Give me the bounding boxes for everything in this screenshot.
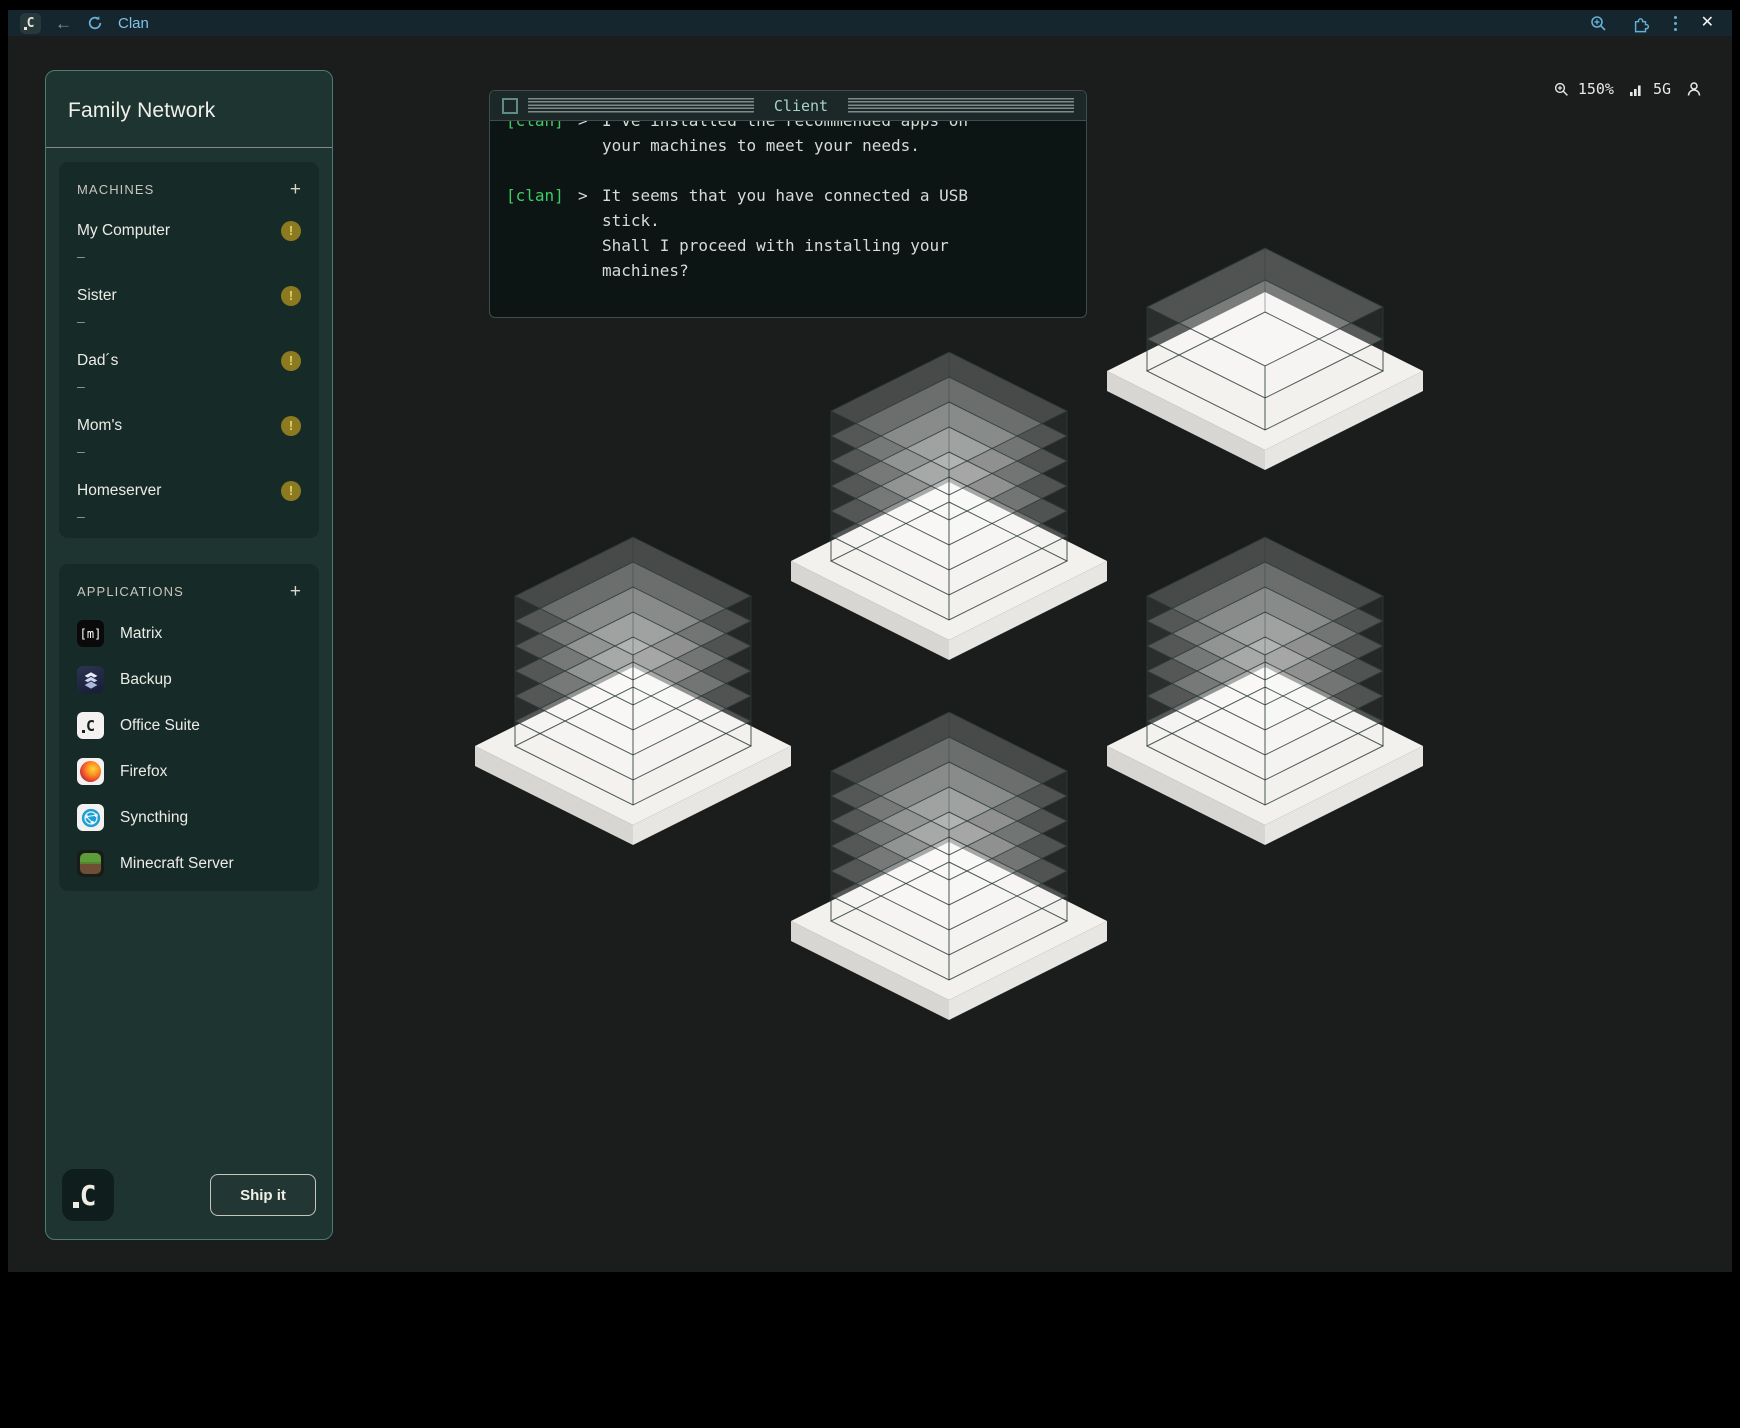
prompt-char: > [578, 183, 588, 283]
zoom-in-icon[interactable] [1590, 14, 1608, 32]
main-canvas: 150% 5G Client [clan] [8, 36, 1732, 1272]
machine-node[interactable] [791, 712, 1107, 1020]
machine-node[interactable] [475, 537, 791, 845]
office-suite-icon: C [77, 712, 104, 739]
clan-logo: C [62, 1169, 114, 1221]
window-close-box-icon[interactable] [502, 98, 518, 114]
machine-node[interactable] [1107, 248, 1423, 470]
application-item[interactable]: [m] Matrix [77, 620, 301, 647]
terminal-message: [clan] > I've installed the recommended … [506, 121, 1070, 158]
signal-bars-icon [1629, 82, 1644, 97]
applications-panel: APPLICATIONS + [m] Matrix Backu [59, 564, 319, 891]
prompt-prefix: [clan] [506, 121, 564, 158]
status-hud: 150% 5G [1554, 80, 1702, 98]
application-item[interactable]: Backup [77, 666, 301, 693]
backup-icon [77, 666, 104, 693]
machine-item[interactable]: Dad´s! – [77, 351, 301, 394]
machine-item[interactable]: Homeserver! – [77, 481, 301, 524]
ship-it-button[interactable]: Ship it [210, 1174, 316, 1216]
divider [46, 147, 332, 148]
menu-kebab-icon[interactable] [1674, 16, 1677, 31]
terminal-titlebar[interactable]: Client [490, 91, 1086, 121]
tab-title[interactable]: Clan [118, 15, 149, 32]
warning-icon: ! [281, 286, 301, 306]
warning-icon: ! [281, 351, 301, 371]
matrix-icon: [m] [77, 620, 104, 647]
back-icon[interactable]: ← [55, 15, 72, 32]
machines-header: MACHINES [77, 182, 154, 197]
close-icon[interactable]: ✕ [1701, 15, 1714, 31]
minecraft-icon [77, 850, 104, 877]
prompt-prefix: [clan] [506, 183, 564, 283]
terminal-body[interactable]: [clan] > I've installed the recommended … [490, 121, 1086, 318]
app-window: C ← Clan ✕ 1 [0, 0, 1740, 1428]
machines-panel: MACHINES + My Computer! – Sister! – Dad´… [59, 162, 319, 538]
add-machine-button[interactable]: + [290, 180, 301, 199]
zoom-indicator-icon [1554, 82, 1569, 97]
network-label: 5G [1653, 80, 1671, 98]
titlebar-lines [528, 98, 754, 114]
application-item[interactable]: Firefox [77, 758, 301, 785]
clan-favicon: C [20, 13, 41, 34]
network-title: Family Network [46, 71, 332, 147]
machine-node[interactable] [1107, 537, 1423, 845]
add-application-button[interactable]: + [290, 582, 301, 601]
user-icon[interactable] [1686, 81, 1702, 97]
reload-icon[interactable] [86, 14, 104, 32]
client-terminal-window[interactable]: Client [clan] > I've installed the recom… [489, 90, 1087, 318]
syncthing-icon [77, 804, 104, 831]
warning-icon: ! [281, 221, 301, 241]
machine-node[interactable] [791, 352, 1107, 660]
browser-chrome: C ← Clan ✕ [8, 10, 1732, 36]
application-item[interactable]: C Office Suite [77, 712, 301, 739]
application-item[interactable]: Minecraft Server [77, 850, 301, 877]
application-item[interactable]: Syncthing [77, 804, 301, 831]
terminal-title: Client [764, 97, 838, 115]
warning-icon: ! [281, 481, 301, 501]
sidebar: Family Network MACHINES + My Computer! –… [45, 70, 333, 1240]
warning-icon: ! [281, 416, 301, 436]
firefox-icon [77, 758, 104, 785]
applications-header: APPLICATIONS [77, 584, 184, 599]
machine-item[interactable]: My Computer! – [77, 221, 301, 264]
prompt-char: > [578, 121, 588, 158]
machine-item[interactable]: Sister! – [77, 286, 301, 329]
machine-item[interactable]: Mom's! – [77, 416, 301, 459]
terminal-message: [clan] > It seems that you have connecte… [506, 183, 1070, 283]
zoom-level: 150% [1578, 80, 1614, 98]
titlebar-lines [848, 98, 1074, 114]
extensions-icon[interactable] [1632, 14, 1650, 32]
